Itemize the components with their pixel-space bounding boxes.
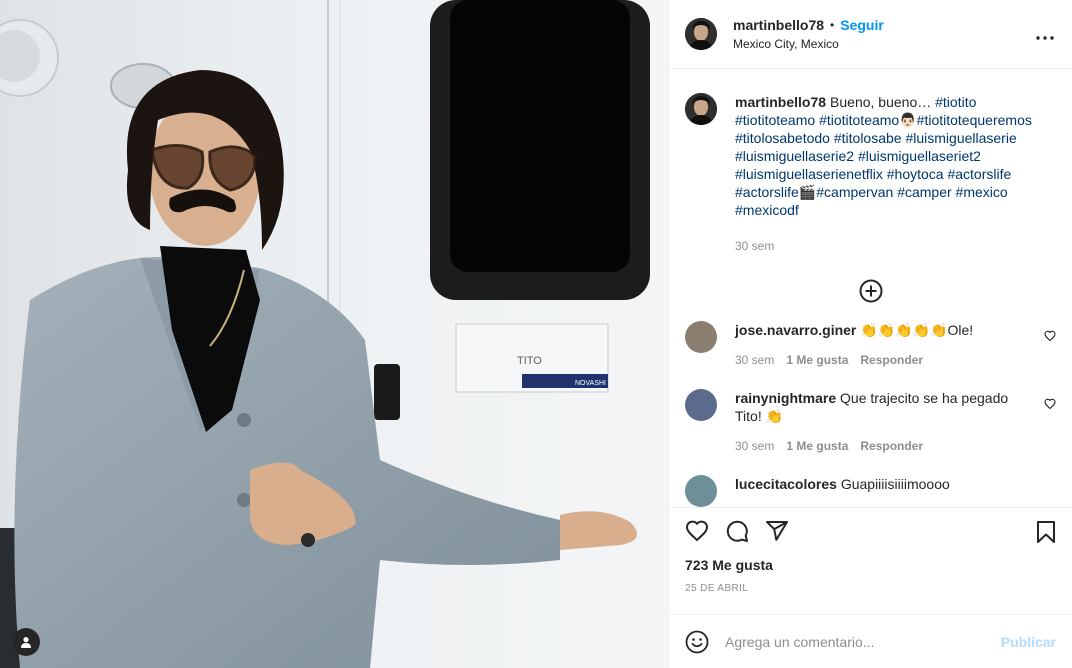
- commenter-username[interactable]: jose.navarro.giner: [735, 322, 856, 338]
- comment-bubble-icon: [726, 520, 748, 542]
- hashtag-link[interactable]: #mexico: [956, 184, 1008, 200]
- hashtag-link[interactable]: #tiotitotequeremos: [917, 112, 1032, 128]
- bookmark-icon: [1037, 521, 1055, 543]
- hashtag-link[interactable]: #titolosabetodo: [735, 130, 830, 146]
- hashtag-link[interactable]: #luismiguellaserienetflix: [735, 166, 883, 182]
- comment-text: Guapiiiisiiiimoooo: [840, 476, 950, 492]
- post-caption: martinbello78 Bueno, bueno… #tiotito #tio…: [685, 69, 1056, 255]
- commenter-username[interactable]: lucecitacolores: [735, 476, 837, 492]
- plus-circle-icon: [859, 279, 882, 303]
- comment-time[interactable]: 30 sem: [735, 351, 774, 369]
- avatar-image: [685, 18, 717, 50]
- heart-icon: [1044, 398, 1056, 410]
- comment-input[interactable]: [725, 633, 1001, 650]
- caption-username[interactable]: martinbello78: [735, 94, 826, 110]
- comment-item: rainynightmare Que trajecito se ha pegad…: [685, 389, 1056, 455]
- more-icon: [1036, 36, 1054, 40]
- hashtag-link[interactable]: #tiotitoteamo: [735, 112, 815, 128]
- load-more-comments-button[interactable]: [685, 279, 1056, 303]
- action-bar: [669, 507, 1072, 553]
- likes-count[interactable]: 723 Me gusta: [669, 557, 1072, 573]
- smiley-icon: [685, 630, 709, 653]
- instagram-post: TITO NOVASHI martinbello78 • Seguir Mexi…: [0, 0, 1072, 668]
- post-photo[interactable]: TITO NOVASHI: [0, 0, 668, 668]
- caption-lead: Bueno, bueno…: [830, 94, 936, 110]
- author-username[interactable]: martinbello78: [733, 17, 824, 33]
- more-options-button[interactable]: [1036, 27, 1054, 43]
- post-header: martinbello78 • Seguir Mexico City, Mexi…: [669, 0, 1072, 69]
- like-comment-button[interactable]: [1044, 329, 1056, 345]
- like-button[interactable]: [685, 519, 709, 543]
- follow-button[interactable]: Seguir: [840, 17, 884, 33]
- hashtag-link[interactable]: #campervan: [816, 184, 893, 200]
- like-comment-button[interactable]: [1044, 397, 1056, 413]
- paper-plane-icon: [766, 520, 788, 541]
- caption-hashtags: #tiotito #tiotitoteamo #tiotitoteamo👨🏻#t…: [735, 94, 1032, 218]
- hashtag-link[interactable]: #luismiguellaserie: [905, 130, 1016, 146]
- name-plate-text: TITO: [517, 355, 542, 367]
- save-button[interactable]: [1036, 521, 1056, 546]
- emoji: 👨🏻: [899, 112, 917, 128]
- caption-time[interactable]: 30 sem: [735, 237, 1053, 255]
- reply-button[interactable]: Responder: [860, 353, 923, 367]
- separator-dot: •: [830, 18, 835, 32]
- avatar-image: [685, 93, 717, 125]
- comment-button[interactable]: [725, 519, 749, 543]
- tagged-users-button[interactable]: [12, 628, 40, 656]
- hashtag-link[interactable]: #camper: [897, 184, 951, 200]
- emoji: 🎬: [798, 184, 817, 200]
- comment-text: 👏👏👏👏👏Ole!: [860, 322, 974, 338]
- commenter-avatar[interactable]: [685, 389, 717, 421]
- location-link[interactable]: Mexico City, Mexico: [733, 37, 884, 51]
- hashtag-link[interactable]: #tiotitoteamo: [819, 112, 899, 128]
- comment-item: lucecitacolores Guapiiiisiiiimoooo: [685, 475, 1056, 507]
- comments-section[interactable]: martinbello78 Bueno, bueno… #tiotito #tio…: [669, 69, 1072, 507]
- photo-scene: TITO NOVASHI: [0, 0, 668, 668]
- caption-avatar[interactable]: [685, 93, 717, 125]
- hashtag-link[interactable]: #actorslife: [735, 184, 799, 200]
- reply-button[interactable]: Responder: [860, 439, 923, 453]
- hashtag-link[interactable]: #hoytoca: [887, 166, 944, 182]
- user-icon: [21, 637, 31, 648]
- heart-icon: [685, 520, 709, 541]
- hashtag-link[interactable]: #mexicodf: [735, 202, 799, 218]
- hashtag-link[interactable]: #actorslife: [947, 166, 1011, 182]
- commenter-avatar[interactable]: [685, 475, 717, 507]
- comment-likes[interactable]: 1 Me gusta: [786, 439, 848, 453]
- hashtag-link[interactable]: #luismiguellaserie2: [735, 148, 854, 164]
- caption-text: martinbello78 Bueno, bueno… #tiotito #tio…: [735, 93, 1053, 219]
- plate-brand-text: NOVASHI: [575, 380, 606, 387]
- emoji-button[interactable]: [685, 630, 709, 654]
- comment-likes[interactable]: 1 Me gusta: [786, 353, 848, 367]
- hashtag-link[interactable]: #luismiguellaseriet2: [858, 148, 981, 164]
- comment-time[interactable]: 30 sem: [735, 437, 774, 455]
- post-date[interactable]: 25 DE ABRIL: [669, 583, 1072, 594]
- heart-icon: [1044, 330, 1056, 342]
- commenter-avatar[interactable]: [685, 321, 717, 353]
- post-side-panel: martinbello78 • Seguir Mexico City, Mexi…: [668, 0, 1072, 668]
- hashtag-link[interactable]: #titolosabe: [834, 130, 902, 146]
- hashtag-link[interactable]: #tiotito: [935, 94, 976, 110]
- publish-button[interactable]: Publicar: [1001, 634, 1056, 650]
- commenter-username[interactable]: rainynightmare: [735, 390, 836, 406]
- author-avatar[interactable]: [685, 18, 717, 50]
- share-button[interactable]: [765, 519, 789, 543]
- comment-item: jose.navarro.giner 👏👏👏👏👏Ole! 30 sem 1 Me…: [685, 321, 1056, 369]
- add-comment-bar: Publicar: [669, 614, 1072, 668]
